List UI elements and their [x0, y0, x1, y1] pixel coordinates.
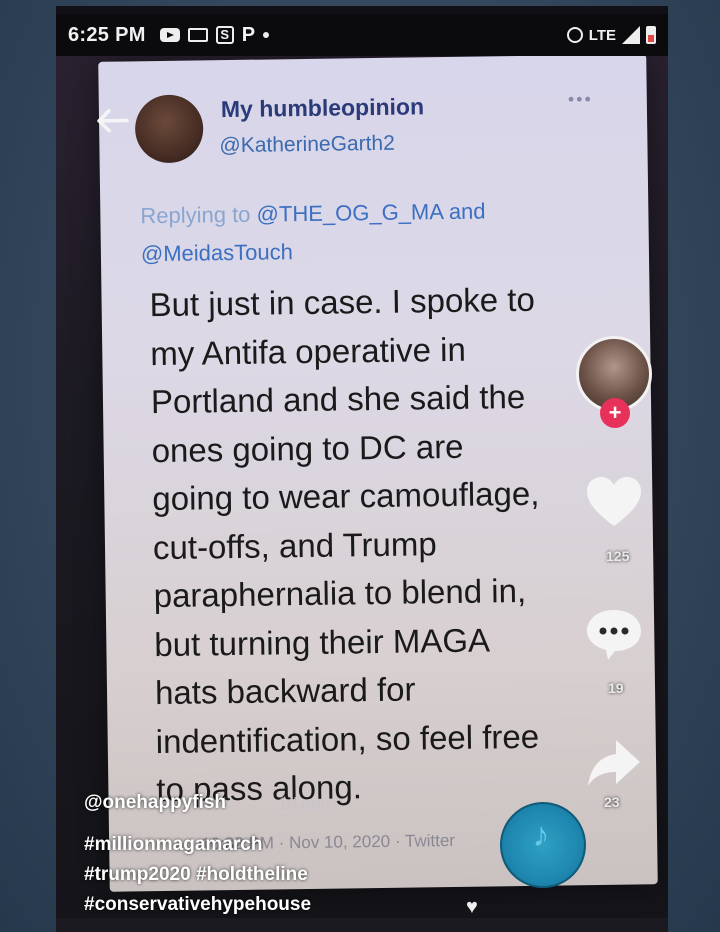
- follow-button[interactable]: +: [600, 398, 630, 428]
- tweet-body: But just in case. I spoke to my Antifa o…: [149, 275, 626, 815]
- reply-mention-1: @THE_OG_G_MA and: [256, 198, 486, 227]
- hashtag-line[interactable]: #conservativehypehouse: [84, 890, 311, 920]
- music-note-icon: ♪: [532, 816, 550, 854]
- reply-mention-2: @MeidasTouch: [140, 239, 294, 267]
- youtube-icon: [159, 28, 180, 42]
- tweet-line: Portland and she said the: [150, 377, 526, 421]
- tweet-line: But just in case. I spoke to: [149, 280, 536, 324]
- reply-label: Replying to: [140, 201, 251, 229]
- status-bar: 6:25 PM S P LTE: [56, 14, 668, 56]
- tweet-line: cut-offs, and Trump: [152, 524, 437, 566]
- small-heart-icon: ♥: [466, 896, 478, 918]
- like-button[interactable]: [584, 476, 644, 533]
- signal-icon: [622, 26, 640, 44]
- tweet-line: paraphernalia to blend in,: [153, 571, 527, 615]
- comment-button[interactable]: [584, 606, 644, 667]
- tweet-line: my Antifa operative in: [150, 330, 467, 372]
- tweet-line: but turning their MAGA: [154, 620, 491, 663]
- share-button[interactable]: [584, 738, 644, 793]
- share-count: 23: [604, 794, 620, 810]
- tweet-line: hats backward for: [154, 670, 416, 712]
- reply-context: Replying to @THE_OG_G_MA and @MeidasTouc…: [140, 192, 486, 273]
- video-hashtags: #millionmagamarch #trump2020 #holdthelin…: [84, 830, 311, 920]
- comment-count: 19: [608, 680, 624, 696]
- tweet-line: ones going to DC are: [151, 427, 464, 469]
- battery-icon: [646, 26, 656, 44]
- network-type: LTE: [588, 26, 616, 44]
- status-time: 6:25 PM: [68, 23, 146, 46]
- app-notification-icon: S: [215, 26, 234, 44]
- heart-icon: [587, 477, 641, 526]
- parking-icon: P: [241, 23, 256, 46]
- video-age: 1d ago: [278, 794, 330, 813]
- hashtag-line[interactable]: #millionmagamarch: [84, 830, 311, 860]
- share-icon: [588, 740, 640, 786]
- alarm-icon: [566, 27, 583, 43]
- tweet-line: going to wear camouflage,: [152, 474, 540, 518]
- video-author[interactable]: @onehappyfish: [84, 792, 226, 814]
- tweet-line: indentification, so feel free: [155, 717, 540, 760]
- tweet-screenshot: My humbleopinion @KatherineGarth2 ••• Re…: [95, 56, 658, 892]
- like-count: 125: [606, 548, 630, 564]
- message-icon: [187, 28, 208, 42]
- tweet-handle: @KatherineGarth2: [219, 131, 395, 158]
- bottom-bar: [56, 918, 668, 932]
- tweet-display-name: My humbleopinion: [220, 93, 425, 123]
- back-arrow-icon[interactable]: [95, 107, 129, 133]
- comment-icon: [587, 610, 641, 660]
- more-notifications-icon: [263, 32, 270, 38]
- hashtag-line[interactable]: #trump2020 #holdtheline: [84, 860, 311, 890]
- more-options-icon: •••: [567, 88, 593, 110]
- avatar: [134, 94, 204, 164]
